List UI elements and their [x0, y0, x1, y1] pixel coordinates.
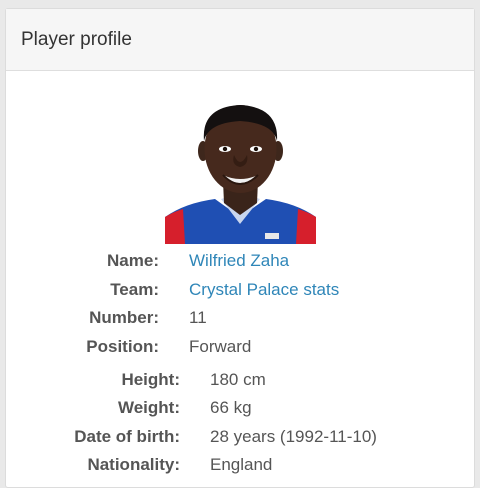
panel-title: Player profile — [21, 28, 132, 50]
player-photo — [165, 99, 316, 244]
team-stats-link[interactable]: Crystal Palace stats — [189, 280, 339, 300]
nationality-label: Nationality: — [87, 455, 180, 474]
height-label: Height: — [121, 370, 180, 389]
weight-value: 66 kg — [210, 398, 252, 417]
height-value: 180 cm — [210, 370, 266, 389]
dob-value: 28 years (1992-11-10) — [210, 427, 377, 446]
player-name-link[interactable]: Wilfried Zaha — [189, 251, 289, 271]
weight-label: Weight: — [117, 398, 180, 417]
name-label: Name: — [107, 251, 159, 270]
dob-label: Date of birth: — [74, 427, 180, 446]
team-label: Team: — [110, 280, 159, 299]
number-value: 11 — [189, 308, 207, 327]
number-label: Number: — [89, 308, 159, 327]
nationality-value: England — [210, 455, 273, 474]
position-label: Position: — [86, 337, 159, 356]
panel-header: Player profile — [6, 9, 474, 71]
player-profile-panel: Player profile Name: Wilfried Zaha Team:… — [5, 8, 475, 488]
player-headshot-icon — [165, 105, 316, 244]
position-value: Forward — [189, 337, 252, 356]
